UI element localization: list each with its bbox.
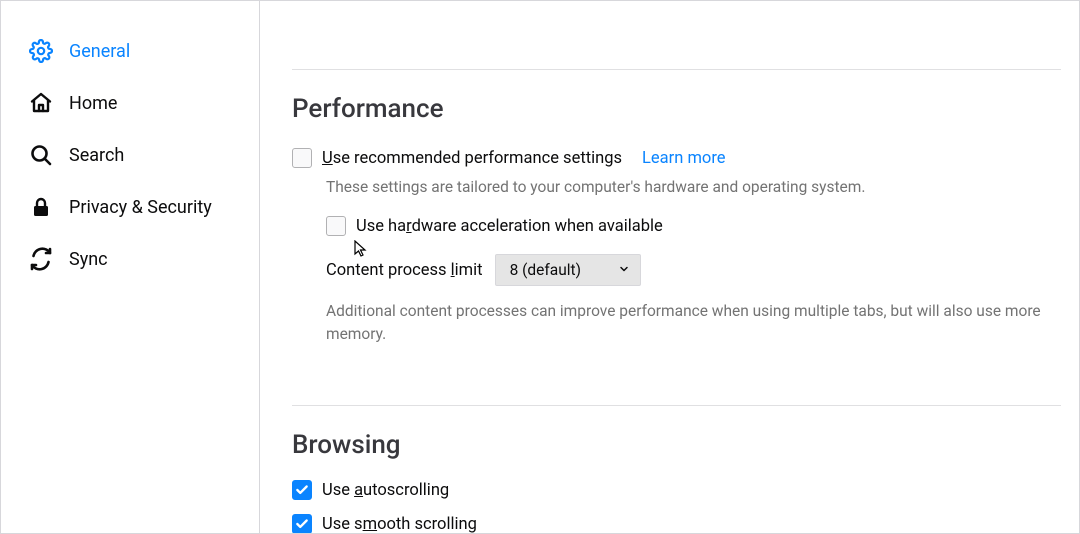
process-limit-row: Content process limit 8 (default) [326,254,1061,286]
sidebar-item-privacy[interactable]: Privacy & Security [1,181,259,233]
section-divider [292,69,1061,70]
sync-icon [29,247,53,271]
sidebar-item-sync[interactable]: Sync [1,233,259,285]
sidebar-item-label: General [69,41,130,62]
lock-icon [29,195,53,219]
autoscroll-label: Use autoscrolling [322,481,449,500]
smooth-scroll-label: Use smooth scrolling [322,515,477,533]
use-recommended-row: Use recommended performance settings Lea… [292,148,1061,168]
learn-more-link[interactable]: Learn more [642,149,725,168]
search-icon [29,143,53,167]
tailored-description: These settings are tailored to your comp… [326,176,1061,198]
home-icon [29,91,53,115]
process-description: Additional content processes can improve… [326,300,1051,345]
smooth-scroll-checkbox[interactable] [292,514,312,533]
hw-accel-row: Use hardware acceleration when available [326,216,1061,236]
use-recommended-label: Use recommended performance settings [322,149,622,168]
section-divider [292,405,1061,406]
autoscroll-row: Use autoscrolling [292,480,1061,500]
sidebar-item-general[interactable]: General [1,25,259,77]
sidebar-item-search[interactable]: Search [1,129,259,181]
smooth-scroll-row: Use smooth scrolling [292,514,1061,533]
hw-accel-label: Use hardware acceleration when available [356,217,663,236]
sidebar-item-label: Sync [69,249,108,270]
hw-accel-checkbox[interactable] [326,216,346,236]
sidebar: General Home Search [1,1,260,533]
browsing-heading: Browsing [292,430,1061,460]
chevron-down-icon [618,261,630,279]
sidebar-item-label: Home [69,93,117,114]
sidebar-item-home[interactable]: Home [1,77,259,129]
sidebar-item-label: Search [69,145,124,166]
main-content: Performance Use recommended performance … [260,1,1079,533]
autoscroll-checkbox[interactable] [292,480,312,500]
use-recommended-checkbox[interactable] [292,148,312,168]
sidebar-item-label: Privacy & Security [69,197,212,218]
process-limit-value: 8 (default) [510,261,581,279]
performance-heading: Performance [292,94,1061,124]
process-limit-select[interactable]: 8 (default) [495,254,641,286]
process-limit-label: Content process limit [326,261,483,280]
gear-icon [29,39,53,63]
